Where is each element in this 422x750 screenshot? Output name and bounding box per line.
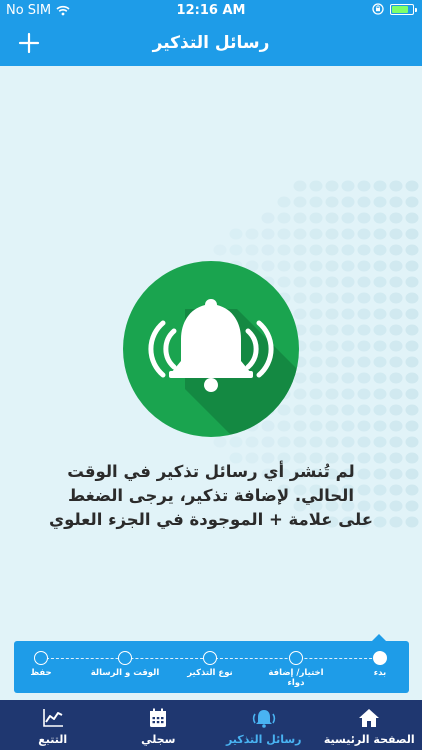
progress-stepper: بدء اختيار/ إضافة دواء نوع التذكير الوقت… — [14, 641, 409, 693]
tab-my-log-label: سجلي — [141, 733, 176, 746]
bell-icon — [252, 710, 275, 728]
tab-my-log[interactable]: سجلي — [106, 700, 212, 750]
tab-home-label: الصفحة الرئيسية — [323, 733, 415, 746]
step-dot-start[interactable] — [373, 651, 387, 665]
step-label-time-message: الوقت و الرسالة — [90, 668, 160, 678]
orientation-lock-icon — [372, 3, 384, 15]
battery-fill — [392, 5, 408, 13]
empty-state-message: لم تُنشر أي رسائل تذكير في الوقت الحالي.… — [40, 460, 382, 532]
step-label-reminder-type: نوع التذكير — [187, 668, 233, 678]
empty-state-line: الحالي. لإضافة تذكير، يرجى الضغط — [67, 486, 355, 505]
step-label-save: حفظ — [30, 668, 52, 678]
empty-state-line: لم تُنشر أي رسائل تذكير في الوقت — [67, 462, 355, 481]
status-bar: No SIM 12:16 AM — [0, 0, 422, 22]
tab-home[interactable]: الصفحة الرئيسية — [317, 700, 422, 750]
home-icon — [359, 709, 380, 727]
status-time: 12:16 AM — [176, 3, 246, 18]
tab-reminders-label: رسائل التذكير — [225, 733, 302, 746]
page-title: رسائل التذكير — [152, 33, 270, 53]
empty-state-illustration — [123, 261, 299, 437]
step-dot-save[interactable] — [34, 651, 48, 665]
battery-icon — [390, 3, 417, 15]
tab-reminders[interactable]: رسائل التذكير — [211, 700, 317, 750]
status-right-group — [372, 3, 417, 15]
step-dot-time-message[interactable] — [118, 651, 132, 665]
nav-bar: رسائل التذكير — [0, 22, 422, 66]
tab-tracking-label: التتبع — [38, 733, 68, 746]
step-label-start: بدء — [373, 668, 387, 678]
chart-icon — [42, 709, 63, 727]
bell-ringing-icon — [148, 299, 299, 437]
step-label-select-medicine: اختيار/ إضافة دواء — [268, 668, 324, 688]
tab-tracking[interactable]: التتبع — [0, 700, 106, 750]
step-dot-select-medicine[interactable] — [289, 651, 303, 665]
tab-bar: التتبع سجلي رسائل التذكير الصفحة الرئيسي… — [0, 700, 422, 750]
empty-state-line: على علامة + الموجودة في الجزء العلوي — [48, 510, 374, 529]
calendar-icon — [150, 708, 167, 727]
step-dot-reminder-type[interactable] — [203, 651, 217, 665]
